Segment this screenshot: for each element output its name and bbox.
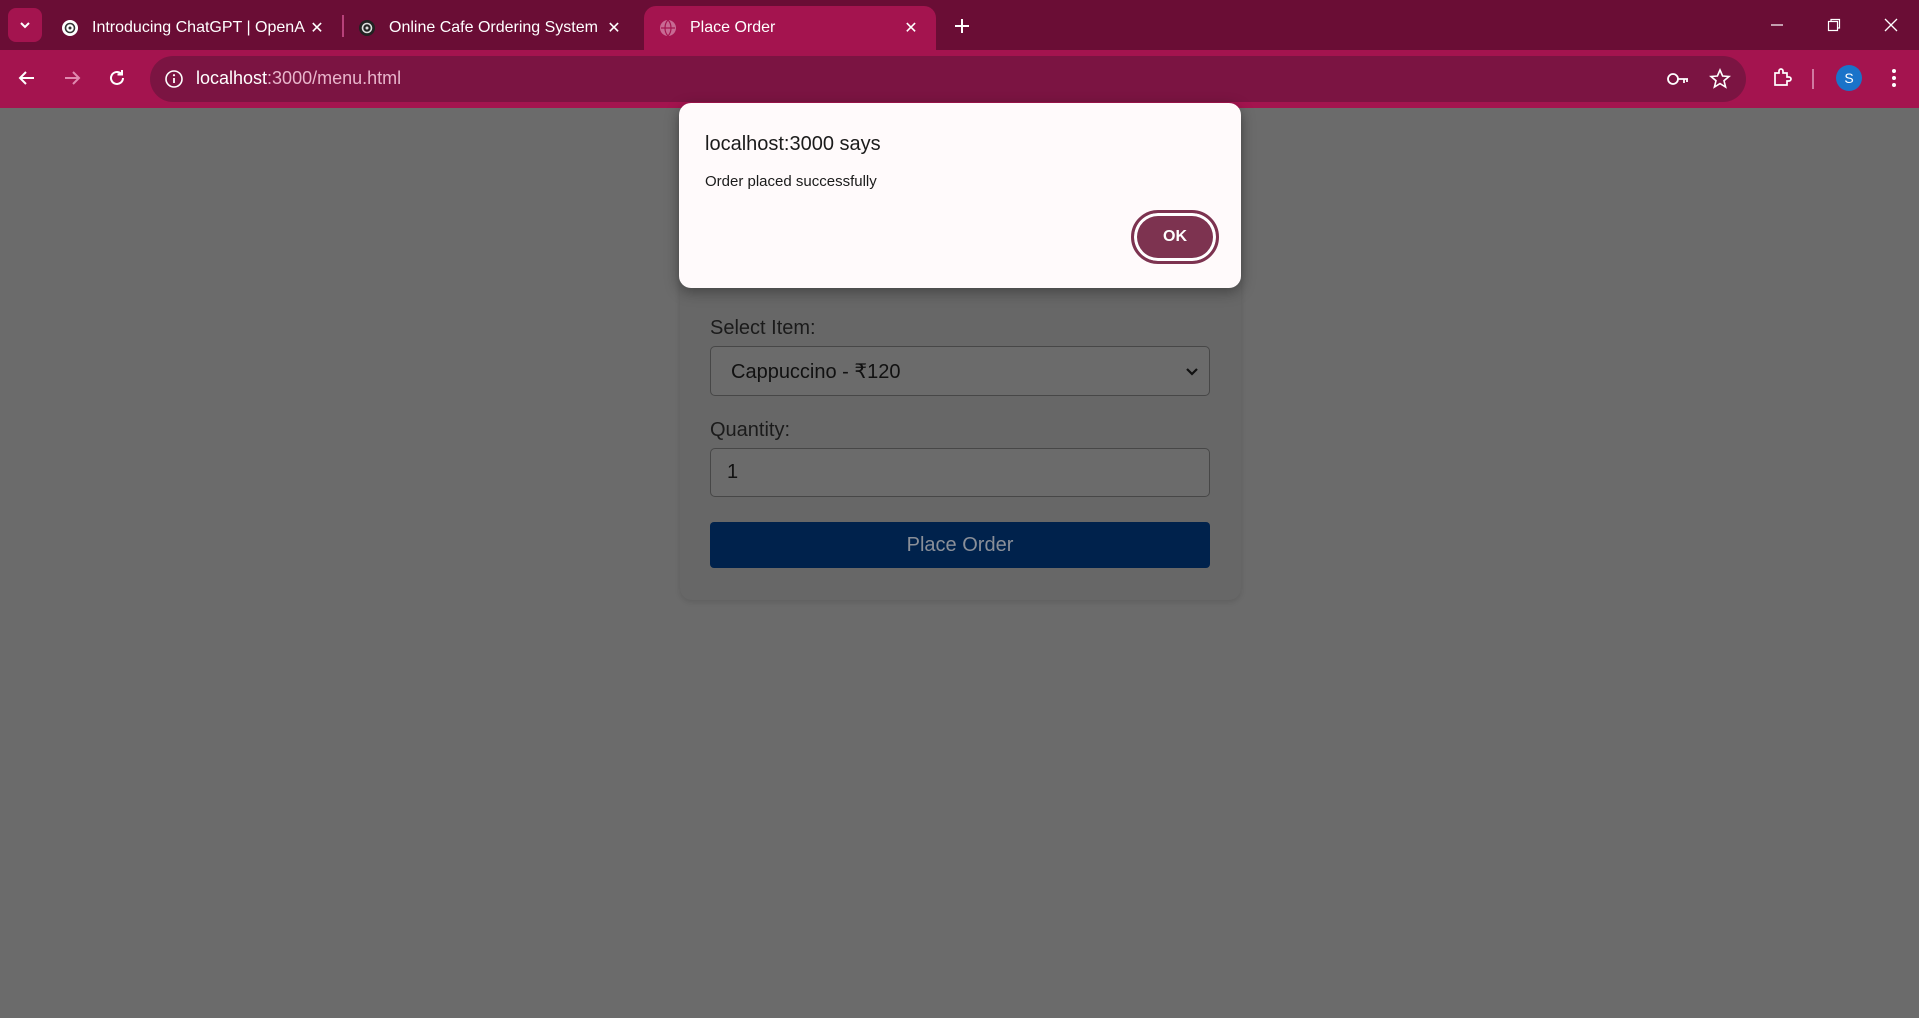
reload-icon — [110, 70, 124, 85]
forward-button[interactable] — [56, 62, 88, 94]
quantity-label: Quantity: — [710, 419, 791, 441]
password-key-icon[interactable] — [1664, 65, 1692, 93]
url-host: localhost — [196, 68, 268, 88]
chevron-down-icon — [20, 22, 30, 29]
tab-title: Place Order — [690, 19, 776, 36]
url-path: :3000/menu.html — [267, 68, 402, 88]
new-tab-button[interactable] — [948, 12, 976, 40]
tab-title: Online Cafe Ordering System — [389, 19, 598, 36]
minimize-button[interactable] — [1762, 10, 1792, 40]
kebab-menu-icon — [1892, 69, 1896, 87]
close-tab-icon[interactable]: ✕ — [603, 17, 625, 39]
selected-item-text: Cappuccino - ₹120 — [731, 360, 901, 383]
info-icon[interactable] — [160, 65, 188, 93]
dialog-message: Order placed successfully — [705, 173, 877, 190]
close-icon — [1884, 18, 1898, 32]
address-bar[interactable]: localhost:3000/menu.html — [150, 56, 1746, 102]
restore-button[interactable] — [1819, 10, 1849, 40]
tab-strip: Introducing ChatGPT | OpenAI ✕ Online Ca… — [0, 0, 1919, 50]
dialog-title: localhost:3000 says — [705, 133, 881, 155]
arrow-left-icon — [18, 71, 34, 85]
back-button[interactable] — [11, 62, 43, 94]
extensions-button[interactable] — [1766, 62, 1798, 94]
tab-online-cafe-ordering[interactable]: Online Cafe Ordering System ✕ — [343, 6, 639, 50]
browser-toolbar: localhost:3000/menu.html S — [0, 50, 1919, 108]
plus-icon — [955, 19, 969, 33]
select-item-label: Select Item: — [710, 317, 816, 339]
chevron-down-icon — [1186, 368, 1198, 376]
close-tab-icon[interactable]: ✕ — [306, 17, 328, 39]
globe-icon — [658, 18, 678, 38]
bookmark-star-icon[interactable] — [1706, 65, 1734, 93]
url-text: localhost:3000/menu.html — [196, 68, 401, 89]
arrow-right-icon — [65, 71, 81, 85]
menu-button[interactable] — [1878, 62, 1910, 94]
minimize-icon — [1771, 24, 1783, 26]
tab-search-button[interactable] — [8, 8, 42, 42]
ok-button[interactable]: OK — [1131, 210, 1219, 264]
restore-icon — [1827, 18, 1841, 32]
alert-dialog: localhost:3000 says Order placed success… — [679, 103, 1241, 288]
quantity-input[interactable]: 1 — [710, 448, 1210, 497]
reload-button[interactable] — [101, 62, 133, 94]
item-select[interactable]: Cappuccino - ₹120 — [710, 346, 1210, 396]
openai-icon — [60, 18, 80, 38]
puzzle-icon — [1774, 68, 1792, 86]
tab-place-order[interactable]: Place Order ✕ — [644, 6, 936, 50]
profile-avatar[interactable]: S — [1836, 65, 1862, 91]
tab-title: Introducing ChatGPT | OpenAI — [92, 19, 306, 36]
toolbar-divider — [1812, 69, 1814, 89]
tab-introducing-chatgpt[interactable]: Introducing ChatGPT | OpenAI ✕ — [46, 6, 342, 50]
close-tab-icon[interactable]: ✕ — [900, 17, 922, 39]
place-order-button[interactable]: Place Order — [710, 522, 1210, 568]
openai-icon — [357, 18, 377, 38]
close-window-button[interactable] — [1876, 10, 1906, 40]
